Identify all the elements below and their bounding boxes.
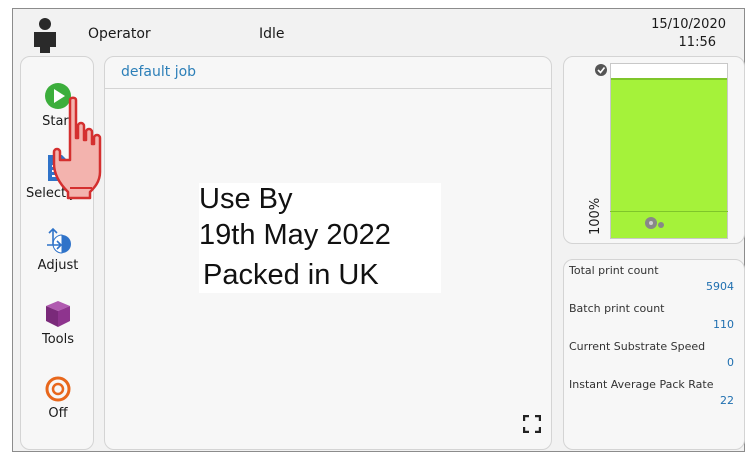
fullscreen-icon[interactable]: [523, 415, 541, 433]
counter-value: 22: [720, 394, 734, 407]
label-preview[interactable]: Use By 19th May 2022 Packed in UK: [199, 183, 441, 293]
ink-level-fill: [611, 77, 727, 238]
counter-substrate-speed: Current Substrate Speed 0: [564, 340, 744, 380]
preview-line-date: 19th May 2022: [199, 219, 391, 251]
counter-value: 5904: [706, 280, 734, 293]
counters-panel: Total print count 5904 Batch print count…: [563, 259, 745, 450]
printer-status: Idle: [259, 26, 285, 42]
counter-value: 0: [727, 356, 734, 369]
adjust-icon: [47, 227, 71, 254]
operator-label[interactable]: Operator: [88, 26, 151, 42]
off-button[interactable]: Off: [21, 375, 95, 421]
counter-value: 110: [713, 318, 734, 331]
toolbox-icon: [46, 301, 70, 327]
counter-total-print: Total print count 5904: [564, 264, 744, 304]
preview-line-use-by: Use By: [199, 183, 293, 215]
off-label: Off: [48, 406, 68, 421]
date-label: 15/10/2020: [651, 17, 726, 32]
ink-level-gauge: [610, 63, 728, 239]
gauge-divider: [610, 211, 728, 212]
counter-batch-print[interactable]: Batch print count 110: [564, 302, 744, 342]
counter-label: Current Substrate Speed: [569, 340, 706, 353]
counter-label: Total print count: [569, 264, 659, 277]
tools-button[interactable]: Tools: [21, 299, 95, 347]
preview-line-origin: Packed in UK: [203, 259, 379, 291]
counter-pack-rate: Instant Average Pack Rate 22: [564, 378, 744, 418]
hand-pointer-icon: [52, 96, 102, 200]
time-label: 11:56: [678, 35, 716, 50]
tools-label: Tools: [41, 332, 75, 347]
job-tab[interactable]: default job: [105, 57, 551, 89]
job-name[interactable]: default job: [121, 64, 196, 80]
adjust-button[interactable]: Adjust: [21, 225, 95, 273]
ribbon-reel-icon: [645, 217, 664, 229]
date-time: 15/10/2020 11:56: [651, 16, 726, 52]
ink-level-edge: [611, 77, 727, 80]
counter-label: Instant Average Pack Rate: [569, 378, 714, 391]
cartridge-icon: [595, 64, 607, 76]
person-icon[interactable]: [28, 17, 62, 53]
counter-label: Batch print count: [569, 302, 665, 315]
ink-level-panel[interactable]: 100%: [563, 56, 745, 244]
job-editor-panel: default job Use By 19th May 2022 Packed …: [104, 56, 552, 450]
adjust-label: Adjust: [37, 258, 79, 273]
power-icon: [45, 376, 71, 402]
ink-level-label: 100%: [588, 197, 603, 235]
